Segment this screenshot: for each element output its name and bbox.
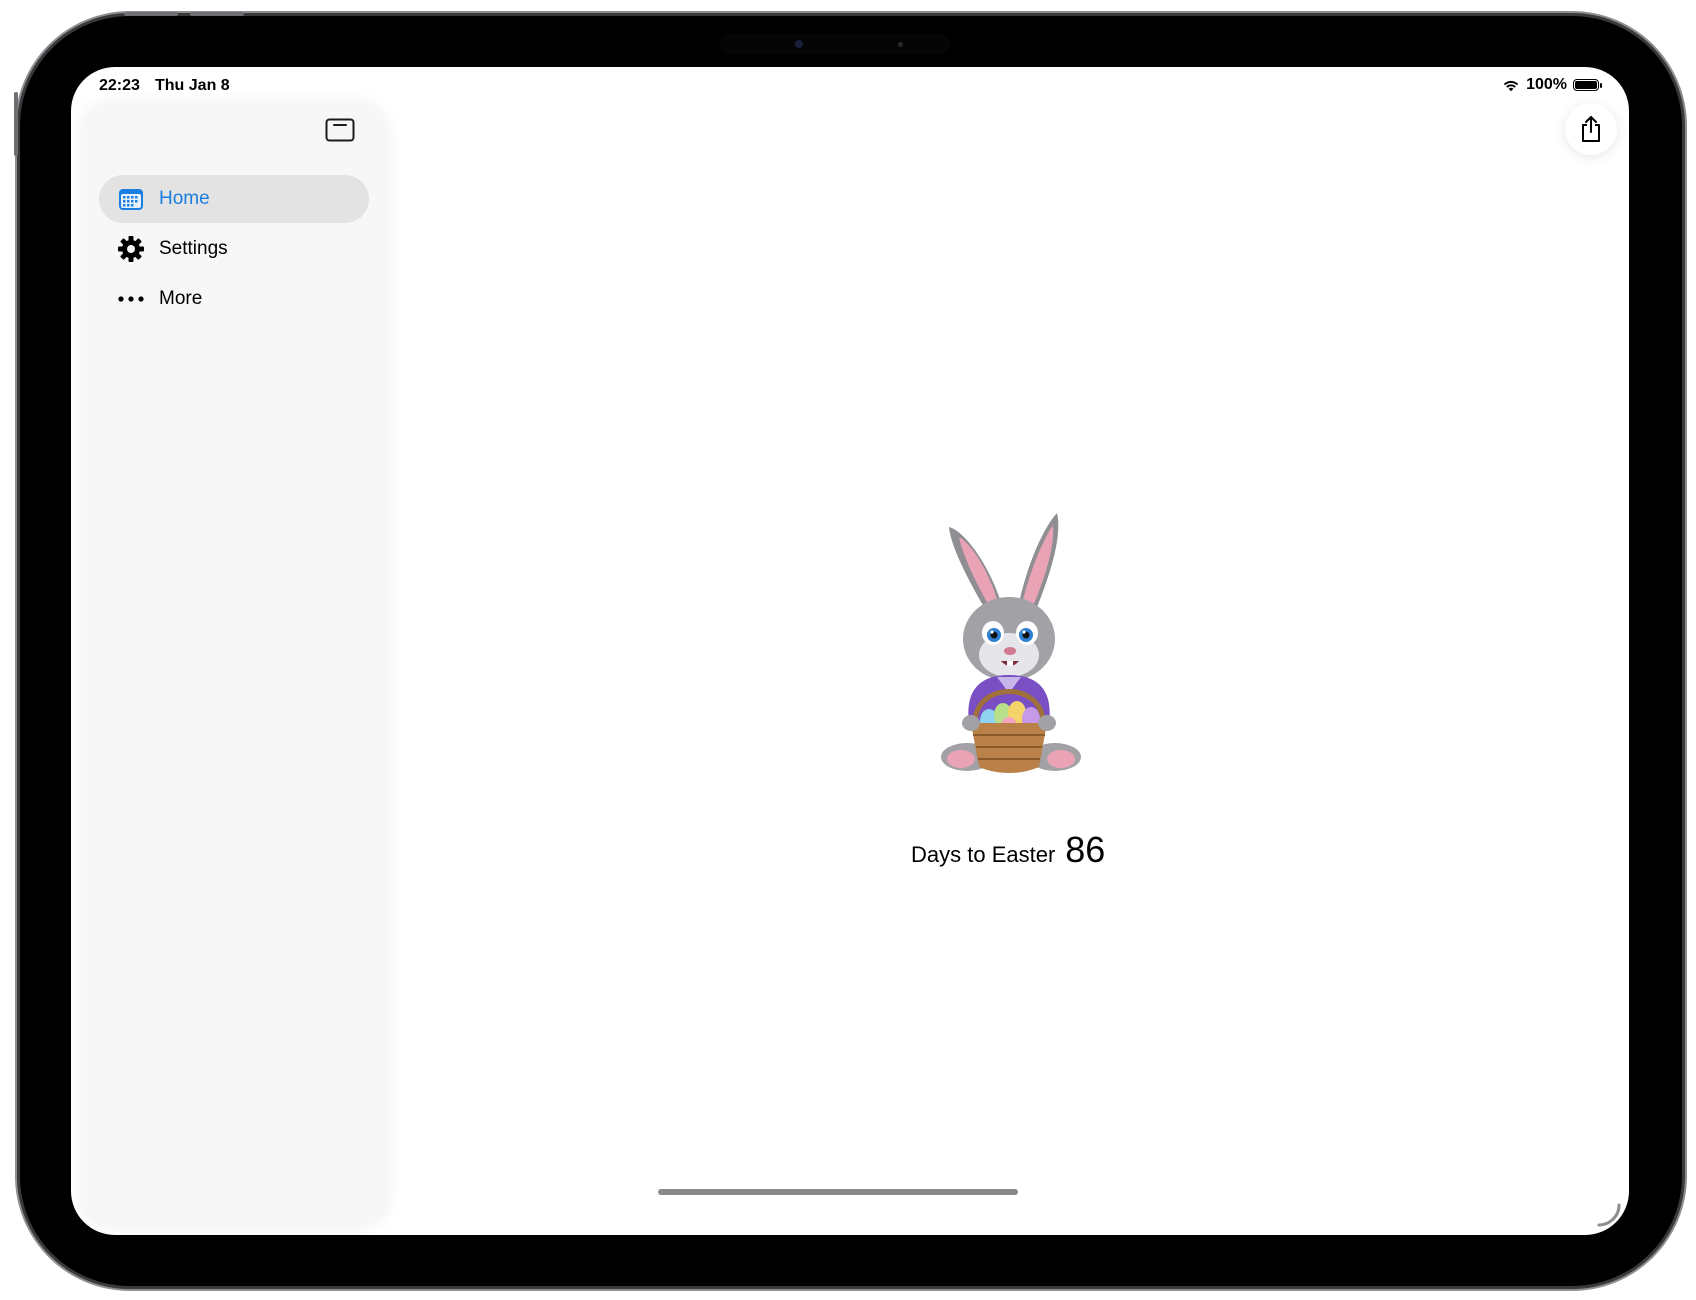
gear-icon bbox=[117, 235, 145, 263]
sidebar-item-more[interactable]: More bbox=[99, 275, 369, 323]
camera-housing bbox=[720, 34, 950, 54]
sidebar-item-home[interactable]: Home bbox=[99, 175, 369, 223]
share-button[interactable] bbox=[1565, 103, 1617, 155]
top-button-right bbox=[190, 12, 244, 16]
wifi-icon bbox=[1503, 80, 1519, 92]
easter-bunny-illustration bbox=[921, 509, 1091, 779]
sidebar-toggle-button[interactable] bbox=[323, 115, 357, 145]
sidebar-item-label: More bbox=[159, 288, 203, 309]
sensor-dot bbox=[898, 42, 903, 47]
status-time: 22:23 bbox=[99, 77, 140, 94]
sidebar-item-label: Settings bbox=[159, 238, 228, 259]
top-button-left bbox=[124, 12, 178, 16]
sidebar-toggle-icon bbox=[325, 118, 355, 142]
countdown-label: Days to Easter bbox=[911, 842, 1056, 867]
battery-icon bbox=[1573, 79, 1602, 91]
resize-handle-icon[interactable] bbox=[1595, 1201, 1623, 1229]
home-indicator[interactable] bbox=[658, 1189, 1018, 1195]
screen: 22:23 Thu Jan 8 100% Home Settings More … bbox=[71, 67, 1629, 1235]
sidebar: Home Settings More bbox=[81, 103, 388, 1227]
sidebar-nav: Home Settings More bbox=[99, 175, 369, 325]
status-date: Thu Jan 8 bbox=[155, 77, 230, 94]
status-bar: 22:23 Thu Jan 8 100% bbox=[71, 67, 1629, 103]
easter-countdown: Days to Easter 86 bbox=[911, 829, 1105, 871]
ellipsis-icon bbox=[117, 285, 145, 313]
sidebar-item-label: Home bbox=[159, 188, 210, 209]
status-indicators: 100% bbox=[1502, 76, 1602, 94]
side-button bbox=[14, 92, 18, 156]
share-icon bbox=[1582, 116, 1600, 142]
battery-percent: 100% bbox=[1526, 76, 1567, 93]
sidebar-item-settings[interactable]: Settings bbox=[99, 225, 369, 273]
countdown-value: 86 bbox=[1065, 829, 1106, 870]
camera-lens-icon bbox=[795, 40, 803, 48]
calendar-icon bbox=[117, 185, 145, 213]
